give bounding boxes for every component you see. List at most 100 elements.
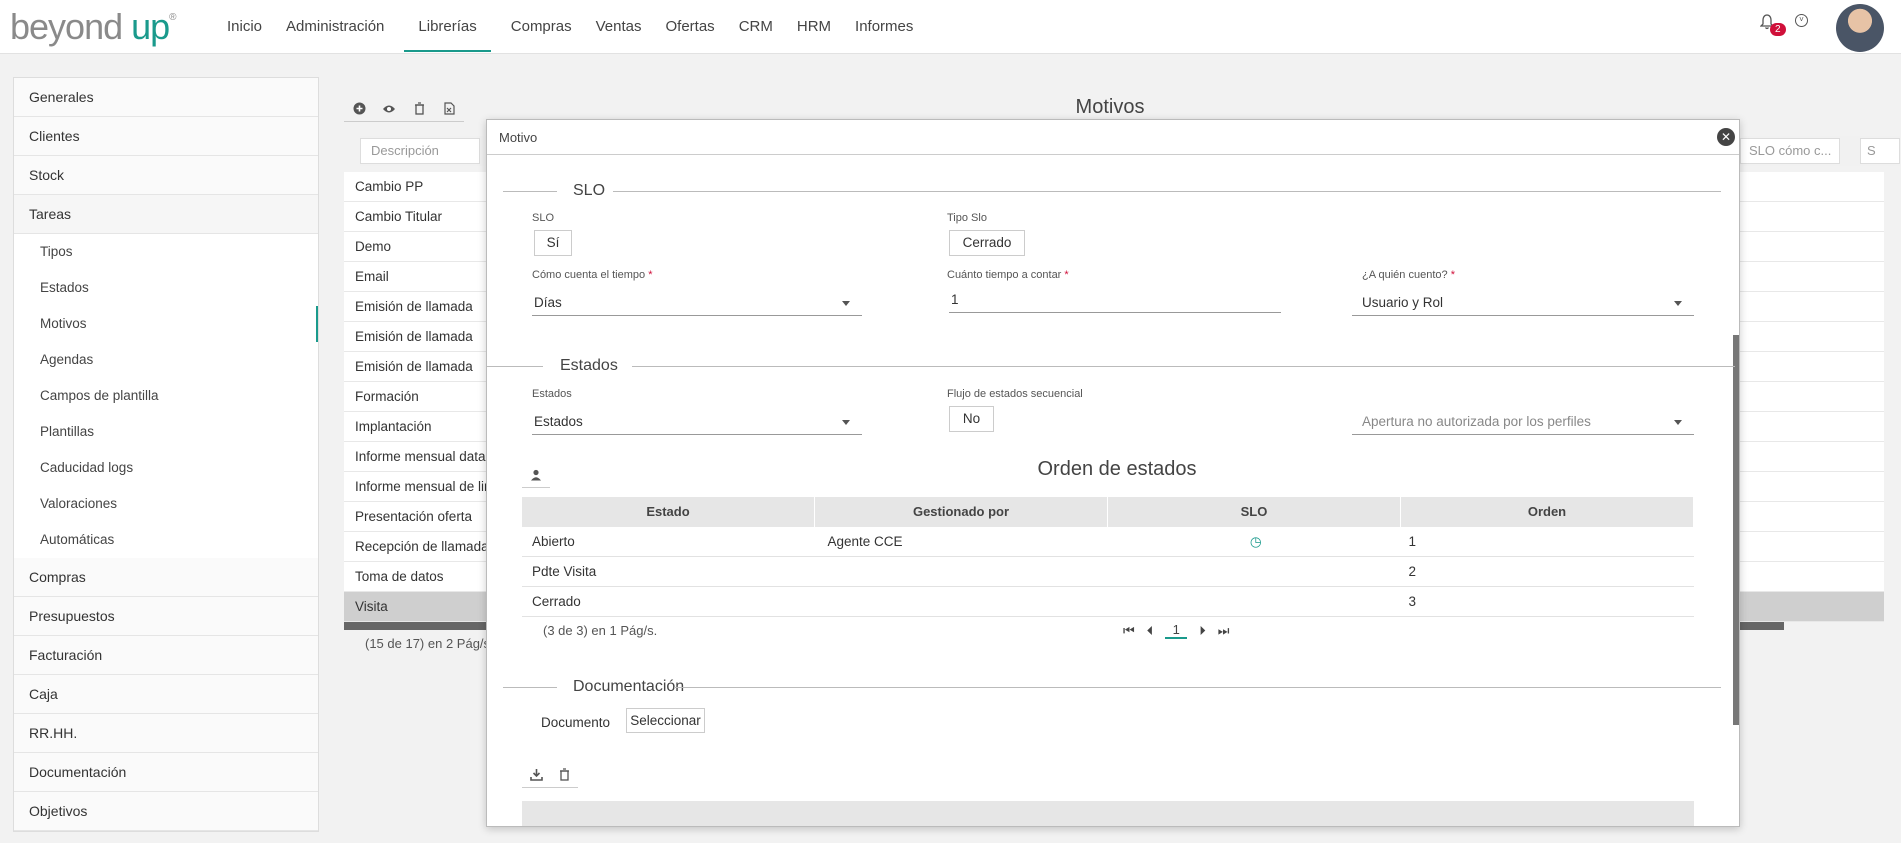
- fieldset-line: [674, 687, 1721, 688]
- cell-slo: [1113, 557, 1399, 586]
- sidebar-item-documentacion[interactable]: Documentación: [14, 753, 318, 792]
- sidebar-item-rrhh[interactable]: RR.HH.: [14, 714, 318, 753]
- eye-icon[interactable]: [374, 96, 404, 122]
- column-header-slo[interactable]: SLO: [1108, 497, 1401, 527]
- sidebar-sub-campos-plantilla[interactable]: Campos de plantilla: [14, 378, 318, 414]
- logo[interactable]: beyond up®: [10, 6, 177, 48]
- sidebar-item-tareas[interactable]: Tareas: [14, 195, 318, 234]
- flujo-label: Flujo de estados secuencial: [947, 388, 1083, 400]
- sidebar-sub-estados[interactable]: Estados: [14, 270, 318, 306]
- sidebar-sub-caducidad-logs[interactable]: Caducidad logs: [14, 450, 318, 486]
- nav-inicio[interactable]: Inicio: [215, 0, 274, 54]
- nav-informes[interactable]: Informes: [843, 0, 925, 54]
- cell-estado: Abierto: [532, 534, 575, 549]
- sidebar-sub-valoraciones[interactable]: Valoraciones: [14, 486, 318, 522]
- nav-compras[interactable]: Compras: [499, 0, 584, 54]
- documento-label: Documento: [541, 715, 611, 730]
- logo-text: beyond: [10, 6, 132, 47]
- column-header-orden[interactable]: Orden: [1401, 497, 1694, 527]
- cuanto-tiempo-input[interactable]: 1: [949, 287, 1281, 313]
- fieldset-line: [503, 191, 557, 192]
- sidebar-sub-plantillas[interactable]: Plantillas: [14, 414, 318, 450]
- cell-estado: Cerrado: [532, 594, 581, 609]
- list-toolbar: [344, 96, 464, 122]
- column-header-estado[interactable]: Estado: [522, 497, 815, 527]
- table-row[interactable]: Cerrado 3: [522, 587, 1694, 617]
- estados-label: Estados: [532, 388, 572, 400]
- nav-ventas[interactable]: Ventas: [584, 0, 654, 54]
- cell-orden: 3: [1408, 594, 1417, 609]
- column-header-gestionado[interactable]: Gestionado por: [815, 497, 1108, 527]
- chevron-down-icon: [842, 301, 850, 306]
- dialog-scrollbar[interactable]: [1733, 335, 1739, 725]
- tipo-slo-toggle[interactable]: Cerrado: [949, 230, 1025, 256]
- trash-icon[interactable]: [550, 762, 578, 788]
- nav-librerias[interactable]: Librerías: [404, 0, 492, 54]
- fieldset-line: [503, 687, 557, 688]
- fieldset-line: [487, 366, 543, 367]
- estados-section-title: Estados: [560, 357, 618, 374]
- first-page-icon[interactable]: ⏮: [1123, 623, 1135, 639]
- sidebar-sub-motivos[interactable]: Motivos: [14, 306, 318, 342]
- cuanto-tiempo-label: Cuánto tiempo a contar *: [947, 269, 1069, 281]
- grid-pager-info: (3 de 3) en 1 Pág/s.: [543, 623, 658, 638]
- sidebar-item-objetivos[interactable]: Objetivos: [14, 792, 318, 831]
- download-icon[interactable]: [522, 762, 550, 788]
- apertura-select[interactable]: Apertura no autorizada por los perfiles: [1352, 409, 1694, 435]
- sidebar: Generales Clientes Stock Tareas Tipos Es…: [13, 77, 319, 832]
- motivo-dialog: Motivo ✕ SLO SLO Sí Tipo Slo Cerrado Cóm…: [486, 119, 1740, 827]
- trash-icon[interactable]: [404, 96, 434, 122]
- logo-mark: ®: [169, 12, 176, 23]
- a-quien-label: ¿A quién cuento? *: [1362, 269, 1455, 281]
- cell-orden: 1: [1408, 534, 1417, 549]
- a-quien-select[interactable]: Usuario y Rol: [1352, 290, 1694, 316]
- como-cuenta-select[interactable]: Días: [532, 290, 862, 316]
- chevron-down-icon: [842, 420, 850, 425]
- sidebar-item-facturacion[interactable]: Facturación: [14, 636, 318, 675]
- seleccionar-button[interactable]: Seleccionar: [626, 708, 705, 733]
- slo-toggle[interactable]: Sí: [534, 230, 572, 256]
- chevron-circle-icon[interactable]: ˅: [1795, 14, 1808, 27]
- last-page-icon[interactable]: ⏭: [1218, 623, 1230, 639]
- page-number[interactable]: 1: [1165, 622, 1188, 639]
- sidebar-sub-automaticas[interactable]: Automáticas: [14, 522, 318, 558]
- main-nav: Inicio Administración Librerías Compras …: [215, 0, 925, 54]
- doc-grid-header: [522, 801, 1694, 826]
- estados-select[interactable]: Estados: [532, 409, 862, 435]
- table-row[interactable]: Abierto Agente CCE ◷ 1: [522, 527, 1694, 557]
- user-icon[interactable]: [522, 462, 550, 488]
- nav-hrm[interactable]: HRM: [785, 0, 843, 54]
- description-filter-input[interactable]: Descripción: [360, 138, 480, 164]
- page-title: Motivos: [1075, 96, 1145, 118]
- nav-crm[interactable]: CRM: [727, 0, 785, 54]
- sidebar-sub-agendas[interactable]: Agendas: [14, 342, 318, 378]
- nav-ofertas[interactable]: Ofertas: [654, 0, 727, 54]
- avatar[interactable]: [1836, 4, 1884, 52]
- sidebar-item-stock[interactable]: Stock: [14, 156, 318, 195]
- cell-slo: [1113, 587, 1399, 616]
- sidebar-item-generales[interactable]: Generales: [14, 78, 318, 117]
- close-icon[interactable]: ✕: [1717, 128, 1735, 146]
- add-icon[interactable]: [344, 96, 374, 122]
- como-cuenta-label: Cómo cuenta el tiempo *: [532, 269, 653, 281]
- notification-badge: 2: [1770, 23, 1786, 36]
- slo-section-title: SLO: [573, 182, 606, 199]
- slo-label: SLO: [532, 212, 555, 224]
- sidebar-item-caja[interactable]: Caja: [14, 675, 318, 714]
- slo-filter-input-2[interactable]: S: [1860, 138, 1900, 164]
- slo-filter-input[interactable]: SLO cómo c...: [1740, 138, 1840, 164]
- sidebar-item-compras[interactable]: Compras: [14, 558, 318, 597]
- cell-gestionado: [818, 587, 1114, 616]
- orden-estados-title: Orden de estados: [1037, 458, 1197, 480]
- table-row[interactable]: Pdte Visita 2: [522, 557, 1694, 587]
- excel-icon[interactable]: [434, 96, 464, 122]
- list-pager-info: (15 de 17) en 2 Pág/s.: [365, 636, 494, 651]
- sidebar-item-presupuestos[interactable]: Presupuestos: [14, 597, 318, 636]
- next-page-icon[interactable]: ⏵: [1199, 623, 1206, 639]
- nav-administracion[interactable]: Administración: [274, 0, 396, 54]
- flujo-toggle[interactable]: No: [949, 406, 994, 432]
- sidebar-item-clientes[interactable]: Clientes: [14, 117, 318, 156]
- prev-page-icon[interactable]: ⏴: [1147, 623, 1154, 639]
- top-bar: beyond up® Inicio Administración Librerí…: [0, 0, 1901, 54]
- sidebar-sub-tipos[interactable]: Tipos: [14, 234, 318, 270]
